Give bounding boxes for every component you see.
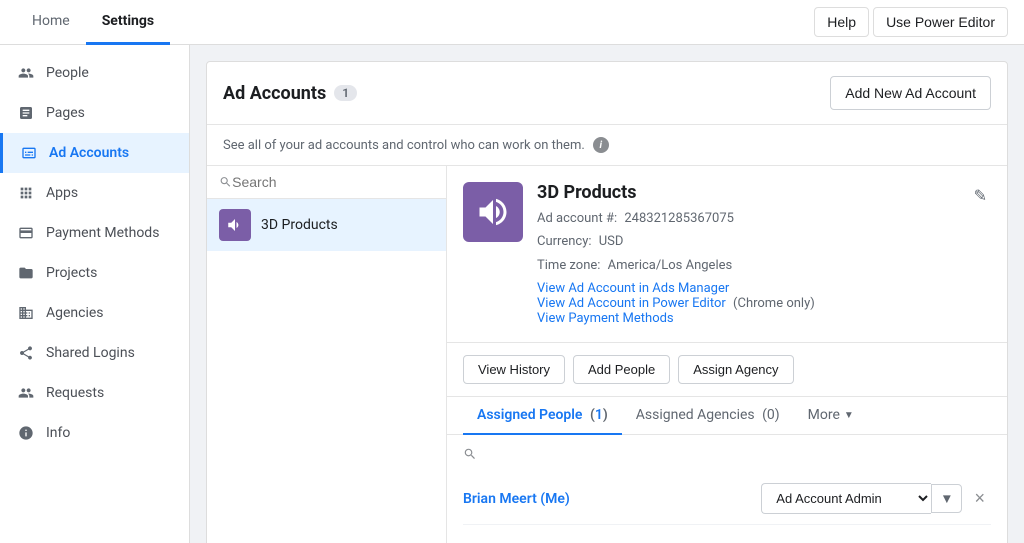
person-role-controls: Ad Account Admin Ad Account Advertiser A…: [761, 483, 991, 514]
sidebar-item-label: Payment Methods: [46, 225, 159, 241]
split-area: 3D Products 3D Products Ad account #:: [207, 166, 1007, 543]
sidebar-item-shared-logins[interactable]: Shared Logins: [0, 333, 189, 373]
sidebar-item-ad-accounts[interactable]: Ad Accounts: [0, 133, 189, 173]
sidebar-item-pages[interactable]: Pages: [0, 93, 189, 133]
account-name: 3D Products: [261, 217, 338, 233]
sidebar-item-agencies[interactable]: Agencies: [0, 293, 189, 333]
top-nav: Home Settings Help Use Power Editor: [0, 0, 1024, 45]
list-search[interactable]: [207, 166, 446, 199]
account-detail: 3D Products Ad account #: 24832128536707…: [447, 166, 1007, 543]
tab-home[interactable]: Home: [16, 0, 86, 45]
info-icon-subheader: i: [593, 137, 609, 153]
account-thumb: [219, 209, 251, 241]
tab-settings[interactable]: Settings: [86, 0, 170, 45]
top-nav-right: Help Use Power Editor: [814, 7, 1008, 37]
people-search: [463, 447, 991, 461]
role-dropdown-button[interactable]: ▼: [931, 484, 962, 513]
tab-more[interactable]: More ▼: [794, 397, 868, 435]
sidebar-item-apps[interactable]: Apps: [0, 173, 189, 213]
power-editor-button[interactable]: Use Power Editor: [873, 7, 1008, 37]
sidebar-item-label: Info: [46, 425, 70, 441]
projects-icon: [16, 263, 36, 283]
people-row: Brian Meert (Me) Ad Account Admin Ad Acc…: [463, 473, 991, 525]
shared-logins-icon: [16, 343, 36, 363]
requests-icon: [16, 383, 36, 403]
edit-account-button[interactable]: ✎: [970, 182, 991, 210]
sidebar-item-label: Projects: [46, 265, 97, 281]
search-icon: [219, 175, 232, 189]
account-search-input[interactable]: [232, 174, 434, 190]
role-dropdown: Ad Account Admin Ad Account Advertiser A…: [761, 483, 962, 514]
account-detail-name: 3D Products: [537, 182, 956, 203]
sidebar-item-label: Requests: [46, 385, 104, 401]
action-buttons: View History Add People Assign Agency: [447, 343, 1007, 397]
person-name[interactable]: Brian Meert (Me): [463, 491, 570, 507]
agencies-icon: [16, 303, 36, 323]
account-info: 3D Products Ad account #: 24832128536707…: [537, 182, 956, 326]
power-editor-link[interactable]: View Ad Account in Power Editor (Chrome …: [537, 296, 956, 311]
view-payment-methods-link[interactable]: View Payment Methods: [537, 311, 956, 326]
ad-accounts-header: Ad Accounts 1 Add New Ad Account: [207, 62, 1007, 125]
sidebar-item-payment-methods[interactable]: Payment Methods: [0, 213, 189, 253]
account-detail-header: 3D Products Ad account #: 24832128536707…: [447, 166, 1007, 343]
sidebar-item-label: Ad Accounts: [49, 145, 129, 161]
help-button[interactable]: Help: [814, 7, 869, 37]
add-people-button[interactable]: Add People: [573, 355, 670, 384]
tab-assigned-people[interactable]: Assigned People (1): [463, 397, 622, 435]
chevron-down-icon: ▼: [844, 410, 854, 421]
sidebar-item-people[interactable]: People: [0, 53, 189, 93]
detail-tabs: Assigned People (1) Assigned Agencies (0…: [447, 397, 1007, 435]
people-section: Brian Meert (Me) Ad Account Admin Ad Acc…: [447, 435, 1007, 537]
add-new-ad-account-button[interactable]: Add New Ad Account: [830, 76, 991, 110]
ad-accounts-icon: [19, 143, 39, 163]
remove-person-button[interactable]: ×: [968, 488, 991, 509]
sidebar-item-requests[interactable]: Requests: [0, 373, 189, 413]
people-icon: [16, 63, 36, 83]
sidebar-item-label: Shared Logins: [46, 345, 135, 361]
view-history-button[interactable]: View History: [463, 355, 565, 384]
ad-accounts-title: Ad Accounts 1: [223, 83, 357, 104]
account-meta: Ad account #: 248321285367075 Currency: …: [537, 207, 956, 277]
sidebar-item-projects[interactable]: Projects: [0, 253, 189, 293]
ad-accounts-count-badge: 1: [334, 85, 357, 101]
sidebar: People Pages Ad Accounts Apps Payment Me: [0, 45, 190, 543]
account-logo: [463, 182, 523, 242]
assign-agency-button[interactable]: Assign Agency: [678, 355, 793, 384]
sidebar-item-info[interactable]: Info: [0, 413, 189, 453]
account-list-item[interactable]: 3D Products: [207, 199, 446, 251]
sidebar-item-label: Pages: [46, 105, 85, 121]
account-list: 3D Products: [207, 166, 447, 543]
tab-assigned-agencies[interactable]: Assigned Agencies (0): [622, 397, 794, 435]
sub-header: See all of your ad accounts and control …: [207, 125, 1007, 166]
account-links: View Ad Account in Ads Manager View Ad A…: [537, 281, 956, 326]
ads-manager-link[interactable]: View Ad Account in Ads Manager: [537, 281, 956, 296]
sidebar-item-label: Apps: [46, 185, 78, 201]
sidebar-item-label: People: [46, 65, 89, 81]
content-area: Ad Accounts 1 Add New Ad Account See all…: [190, 45, 1024, 543]
pages-icon: [16, 103, 36, 123]
info-icon-sidebar: [16, 423, 36, 443]
role-select[interactable]: Ad Account Admin Ad Account Advertiser A…: [761, 483, 931, 514]
ad-accounts-card: Ad Accounts 1 Add New Ad Account See all…: [206, 61, 1008, 543]
payment-icon: [16, 223, 36, 243]
people-search-icon: [463, 447, 477, 461]
main-layout: People Pages Ad Accounts Apps Payment Me: [0, 45, 1024, 543]
sidebar-item-label: Agencies: [46, 305, 104, 321]
apps-icon: [16, 183, 36, 203]
